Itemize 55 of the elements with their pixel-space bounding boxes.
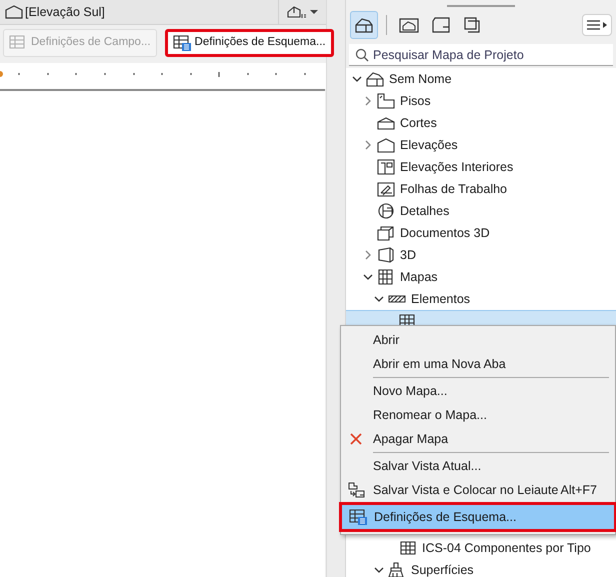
tree-item[interactable]: Detalhes	[346, 200, 616, 222]
table-icon	[399, 540, 417, 556]
menu-icon	[586, 19, 608, 31]
layout-icon	[348, 482, 366, 498]
tree-item[interactable]: Documentos 3D	[346, 222, 616, 244]
toolbar-button[interactable]: Definições de Esquema...	[164, 29, 334, 57]
tree-item[interactable]: Cortes	[346, 112, 616, 134]
tree-item[interactable]: Pisos	[346, 90, 616, 112]
view-icon	[399, 16, 419, 34]
brush-icon	[388, 562, 406, 577]
menu-item[interactable]: Renomear o Mapa...	[341, 403, 615, 427]
menu-item[interactable]: Abrir em uma Nova Aba	[341, 352, 615, 376]
tree-item[interactable]: ICS-04 Componentes por Tipo	[346, 537, 616, 559]
elevation-icon	[5, 5, 23, 19]
section-icon	[377, 115, 395, 131]
document-icon	[377, 225, 395, 241]
view-options-icon	[287, 5, 307, 19]
house-icon	[354, 16, 374, 34]
shortcut-label: Alt+F7	[560, 482, 598, 499]
tree-item[interactable]: Sem Nome	[346, 68, 616, 90]
interior-elevation-icon	[377, 159, 395, 175]
menu-item[interactable]: Definições de Esquema...	[339, 502, 616, 532]
tree-item[interactable]: Elevações Interiores	[346, 156, 616, 178]
menu-item[interactable]: Novo Mapa...	[341, 379, 615, 403]
layout-icon	[431, 16, 451, 34]
menu-button[interactable]	[582, 14, 612, 36]
tree-item[interactable]: Elevações	[346, 134, 616, 156]
menu-item[interactable]: Apagar Mapa	[341, 427, 615, 451]
search-field[interactable]: Pesquisar Mapa de Projeto	[349, 44, 613, 66]
chevron-icon[interactable]	[352, 74, 362, 84]
floor-plan-icon	[377, 93, 395, 109]
menu-item[interactable]: Salvar Vista Atual...	[341, 454, 615, 478]
box-icon	[377, 247, 395, 263]
search-icon	[355, 48, 369, 62]
tree-item[interactable]: Mapas	[346, 266, 616, 288]
elevation-icon	[377, 137, 395, 153]
view-tab-title[interactable]: [Elevação Sul]	[25, 2, 105, 22]
table-icon	[9, 35, 27, 51]
table-icon	[172, 35, 191, 51]
table-icon	[377, 269, 395, 285]
chevron-icon[interactable]	[374, 294, 384, 304]
house-icon	[366, 71, 384, 87]
chevron-icon[interactable]	[374, 565, 384, 575]
tree-item[interactable]: Folhas de Trabalho	[346, 178, 616, 200]
tree-item[interactable]: 3D	[346, 244, 616, 266]
caret-icon	[310, 9, 318, 15]
menu-item[interactable]: Salvar Vista e Colocar no Leiaute Alt+F7	[341, 478, 615, 502]
chevron-icon[interactable]	[363, 272, 373, 282]
detail-icon	[377, 203, 395, 219]
tree-item[interactable]: Superfícies	[346, 559, 616, 577]
menu-item[interactable]: Abrir	[341, 328, 615, 352]
worksheet-icon	[377, 181, 395, 197]
schedule-settings-icon	[349, 509, 367, 525]
tree-item[interactable]: Elementos	[346, 288, 616, 310]
navigator-tab[interactable]	[350, 11, 378, 39]
